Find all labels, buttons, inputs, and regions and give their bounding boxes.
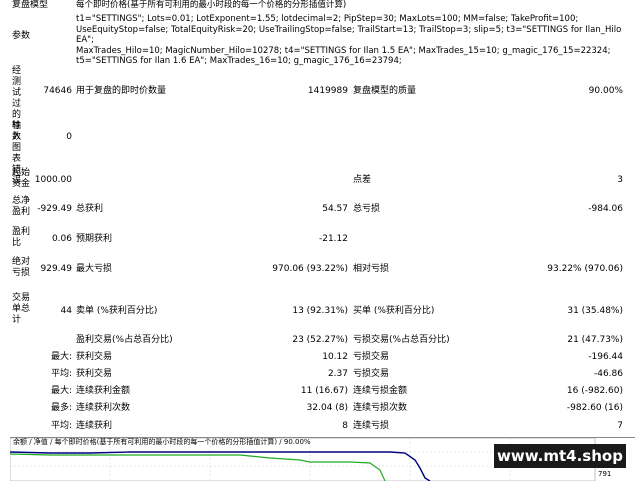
avg-consec-loss-label: 连续亏损 [353, 421, 390, 431]
max-consec-loss-value: 16 (-982.60) [566, 386, 623, 396]
max-drawdown-label: 最大亏损 [76, 264, 113, 274]
average-win-value: 2.37 [327, 369, 348, 379]
loss-trades-label: 亏损交易(%占总百分比) [353, 335, 450, 345]
short-trades-value: 13 (92.31%) [292, 306, 348, 316]
average-loss-value: -46.86 [593, 369, 623, 379]
largest-win-value: 10.12 [322, 352, 348, 362]
long-trades-label: 买单 (%获利百分比) [353, 306, 435, 316]
max-consec-loss-label: 连续亏损金额 [353, 386, 408, 396]
total-trades-value: 44 [60, 306, 72, 316]
profit-factor-value: 0.06 [51, 234, 72, 244]
max-consec2-win-value: 32.04 (8) [306, 403, 348, 413]
largest-prefix: 最大: [50, 352, 72, 362]
avg-consec-win-label: 连续获利 [76, 421, 113, 431]
average-win-label: 获利交易 [76, 369, 113, 379]
params-text: t1="SETTINGS"; Lots=0.01; LotExponent=1.… [76, 14, 622, 66]
spread-value: 3 [617, 175, 623, 185]
long-trades-value: 31 (35.48%) [567, 306, 623, 316]
watermark-badge: www.mt4.shop [494, 444, 626, 468]
gross-loss-value: -984.06 [588, 204, 623, 214]
quality-label: 复盘模型的质量 [353, 86, 417, 96]
max-consec2-loss-value: -982.60 (16) [566, 403, 623, 413]
model-value: 每个即时价格(基于所有可利用的最小时段的每一个价格的分形插值计算) [76, 0, 347, 10]
ticks-label: 用于复盘的即时价数量 [76, 86, 167, 96]
gross-profit-label: 总获利 [76, 204, 104, 214]
max-consec2-win-label: 连续获利次数 [76, 403, 131, 413]
win-trades-label: 盈利交易(%占总百分比) [76, 335, 173, 345]
avg-consec-prefix: 平均: [50, 421, 72, 431]
params-label: 参数 [12, 31, 31, 41]
average-loss-label: 亏损交易 [353, 369, 390, 379]
chart-title: 余额 / 净值 / 每个即时价格(基于所有可利用的最小时段的每一个价格的分形插值… [13, 438, 311, 446]
loss-trades-value: 21 (47.73%) [567, 335, 623, 345]
max-consec2-prefix: 最多: [50, 403, 72, 413]
largest-loss-value: -196.44 [588, 352, 623, 362]
gross-profit-value: 54.57 [322, 204, 348, 214]
short-trades-label: 卖单 (%获利百分比) [76, 306, 158, 316]
max-consec2-loss-label: 连续亏损次数 [353, 403, 408, 413]
average-prefix: 平均: [50, 369, 72, 379]
expected-payoff-label: 预期获利 [76, 234, 113, 244]
abs-drawdown-value: 929.49 [40, 264, 73, 274]
errors-value: 0 [66, 132, 72, 142]
avg-consec-loss-value: 7 [617, 421, 623, 431]
largest-win-label: 获利交易 [76, 352, 113, 362]
tested-bars-value: 74646 [43, 86, 72, 96]
y-tick-bottom: 791 [598, 470, 612, 478]
max-consec-prefix: 最大: [50, 386, 72, 396]
max-consec-win-value: 11 (16.67) [300, 386, 348, 396]
model-label: 复盘模型 [12, 0, 49, 10]
rel-drawdown-label: 相对亏损 [353, 264, 390, 274]
max-consec-win-label: 连续获利金额 [76, 386, 131, 396]
gross-loss-label: 总亏损 [353, 204, 381, 214]
net-profit-value: -929.49 [37, 204, 72, 214]
deposit-value: 1000.00 [34, 175, 72, 185]
ticks-value: 1419989 [307, 86, 348, 96]
avg-consec-win-value: 8 [342, 421, 348, 431]
max-drawdown-value: 970.06 (93.22%) [272, 264, 348, 274]
rel-drawdown-value: 93.22% (970.06) [547, 264, 623, 274]
spread-label: 点差 [353, 175, 372, 185]
expected-payoff-value: -21.12 [318, 234, 348, 244]
largest-loss-label: 亏损交易 [353, 352, 390, 362]
quality-value: 90.00% [588, 86, 623, 96]
win-trades-value: 23 (52.27%) [292, 335, 348, 345]
